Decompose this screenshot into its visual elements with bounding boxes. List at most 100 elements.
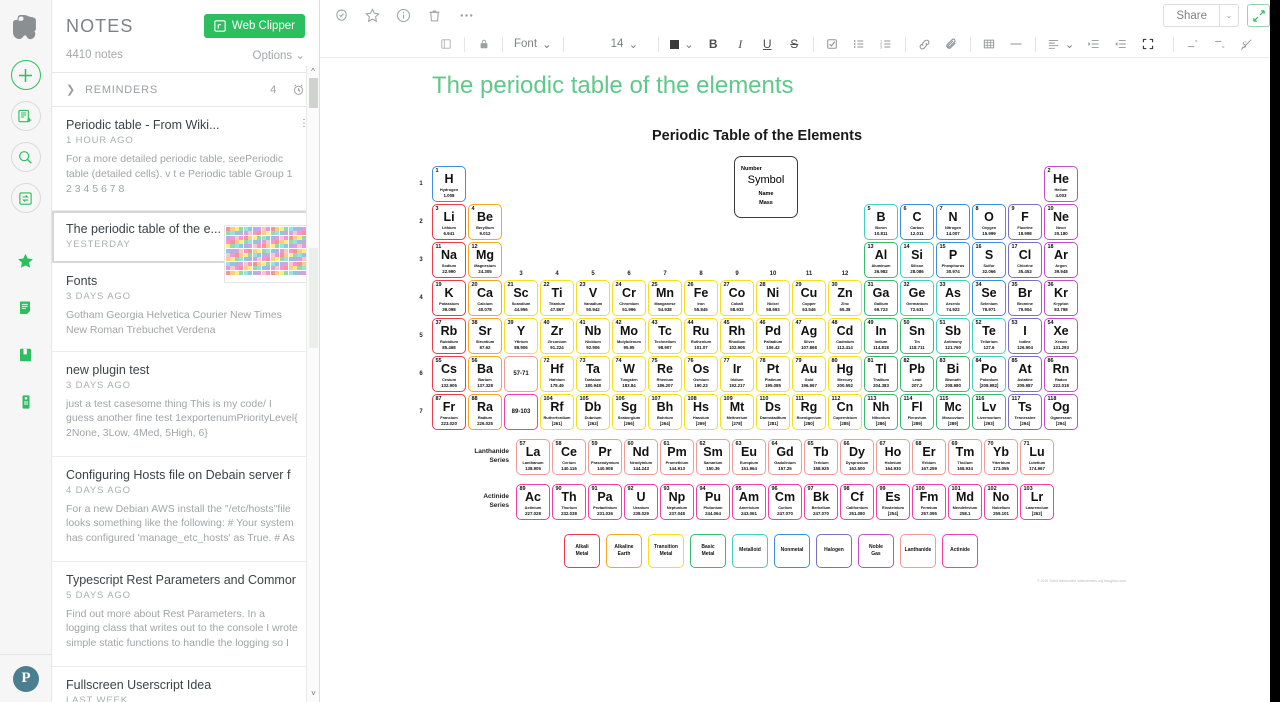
element-number: 54: [1047, 320, 1054, 326]
horizontal-rule-icon[interactable]: [1003, 38, 1030, 50]
element-symbol: Mg: [475, 248, 495, 263]
account-area[interactable]: P: [0, 654, 52, 702]
note-list-scroll[interactable]: Periodic table - From Wiki... 1 HOUR AGO F…: [52, 107, 319, 702]
element-symbol: Lu: [1029, 445, 1045, 460]
element-name: Promethium: [665, 460, 689, 466]
element-symbol: Ni: [766, 286, 780, 301]
font-family-select[interactable]: Font ⌄: [508, 37, 558, 51]
element-mass: 200.592: [837, 382, 853, 388]
sidebar-item-notebooks[interactable]: [11, 340, 41, 370]
clear-format-icon[interactable]: S: [1233, 38, 1260, 51]
element-cell: 5 B Boron 10.811: [864, 204, 898, 240]
lock-icon[interactable]: [470, 38, 497, 50]
element-mass: 50.942: [586, 306, 600, 312]
favorite-star-icon[interactable]: [365, 8, 380, 23]
element-cell: 101 Md Mendelevium 258.1: [948, 484, 982, 520]
element-mass: 92.906: [586, 344, 600, 350]
web-clipper-button[interactable]: Web Clipper: [203, 14, 305, 38]
period-number: 7: [419, 409, 423, 415]
element-name: Ytterbium: [991, 460, 1011, 466]
element-mass: 22.990: [442, 268, 456, 274]
element-mass: [261]: [551, 420, 563, 426]
element-name: Berkelium: [811, 505, 831, 511]
sidebar-item-shortcuts[interactable]: [11, 246, 41, 276]
reminders-row[interactable]: ❯ REMINDERS 4: [52, 73, 319, 107]
list-item[interactable]: Configuring Hosts file on Debain server …: [52, 457, 319, 562]
element-name: Meitnerium: [726, 415, 748, 421]
element-name: Tungsten: [620, 377, 638, 383]
list-item[interactable]: Typescript Rest Parameters and Commor 5 D…: [52, 562, 319, 667]
element-symbol: Yb: [993, 445, 1009, 460]
element-number: 42: [615, 320, 622, 326]
element-mass: 192.217: [729, 382, 745, 388]
note-document[interactable]: The periodic table of the elements Perio…: [320, 58, 1280, 702]
bullet-list-icon[interactable]: [846, 38, 873, 50]
share-button[interactable]: Share: [1163, 4, 1220, 27]
avatar[interactable]: P: [13, 665, 39, 692]
text-color-select[interactable]: ⌄: [664, 37, 700, 51]
element-number: 20: [471, 282, 478, 288]
periodic-table-image[interactable]: Periodic Table of the Elements Number Sy…: [412, 116, 1132, 583]
element-cell: 33 As Arsenic 74.922: [936, 280, 970, 316]
element-name: Hafnium: [549, 377, 565, 383]
element-symbol: Nb: [584, 324, 602, 339]
list-item[interactable]: new plugin test 3 DAYS AGO just a test cas…: [52, 352, 319, 457]
table-icon[interactable]: [976, 38, 1003, 50]
info-icon[interactable]: [396, 8, 411, 23]
font-size-select[interactable]: 14 ⌄: [605, 37, 644, 51]
numbered-list-icon[interactable]: 123: [873, 38, 900, 50]
sidebar-item-notes[interactable]: [11, 293, 41, 323]
element-cell: 84 Po Polonium [208.982]: [972, 356, 1006, 392]
attachment-icon[interactable]: [938, 38, 965, 51]
element-mass: 47.867: [550, 306, 564, 312]
element-symbol: Es: [885, 490, 901, 505]
element-name: Thulium: [957, 460, 973, 466]
scrollbar-thumb[interactable]: [309, 78, 318, 108]
fullscreen-icon[interactable]: [1134, 38, 1161, 50]
evernote-elephant-logo[interactable]: [9, 10, 43, 44]
element-symbol: Tb: [813, 445, 829, 460]
element-number: 46: [759, 320, 766, 326]
scroll-up-arrow[interactable]: ^: [307, 66, 319, 78]
note-list-scrollbar[interactable]: ^ ˅: [306, 66, 319, 702]
indent-icon[interactable]: [1080, 38, 1107, 50]
italic-icon[interactable]: I: [727, 37, 754, 52]
element-symbol: Sb: [945, 324, 961, 339]
more-options-icon[interactable]: [458, 8, 475, 23]
checkbox-list-icon[interactable]: [819, 38, 846, 50]
link-icon[interactable]: [911, 38, 938, 51]
trash-icon[interactable]: [427, 8, 442, 23]
element-cell: 62 Sm Samarium 150.36: [696, 439, 730, 475]
bold-icon[interactable]: B: [700, 37, 727, 51]
underline-icon[interactable]: U: [754, 37, 781, 51]
outdent-icon[interactable]: [1107, 38, 1134, 50]
element-symbol: Pb: [909, 362, 925, 377]
new-note-button[interactable]: [10, 101, 41, 131]
element-name: Livermorium: [977, 415, 1001, 421]
list-item[interactable]: Periodic table - From Wiki... 1 HOUR AGO F…: [52, 107, 319, 211]
element-mass: 164.930: [885, 465, 901, 471]
note-date: 4 DAYS AGO: [66, 484, 131, 496]
scroll-down-arrow[interactable]: ˅: [307, 688, 320, 700]
subscript-icon[interactable]: [1206, 38, 1233, 50]
element-name: Manganese: [654, 301, 676, 307]
chevron-down-icon: ⌄: [684, 39, 694, 51]
strikethrough-icon[interactable]: S: [781, 37, 808, 51]
list-item[interactable]: Fonts 3 DAYS AGO Gotham Georgia Helvetica …: [52, 263, 319, 352]
list-item[interactable]: The periodic table of the e... YESTERDAY: [52, 210, 319, 283]
sidebar-item-tags[interactable]: [11, 387, 41, 417]
options-dropdown[interactable]: Options ⌄: [253, 48, 305, 62]
new-note-plus-button[interactable]: [10, 60, 41, 90]
align-select[interactable]: ⌄: [1041, 37, 1081, 51]
expand-note-button[interactable]: [1247, 4, 1270, 27]
element-mass: 91.224: [550, 344, 564, 350]
presentation-icon[interactable]: [432, 38, 459, 50]
search-button[interactable]: [10, 142, 41, 172]
share-dropdown-caret[interactable]: ⌄: [1220, 4, 1239, 27]
sync-button[interactable]: [10, 183, 41, 213]
element-mass: 1.008: [443, 192, 455, 198]
superscript-icon[interactable]: [1179, 38, 1206, 50]
list-item[interactable]: Fullscreen Userscript Idea LAST WEEK: [52, 667, 319, 702]
element-number: 5: [867, 206, 871, 212]
reminder-alarm-icon[interactable]: [334, 8, 349, 23]
